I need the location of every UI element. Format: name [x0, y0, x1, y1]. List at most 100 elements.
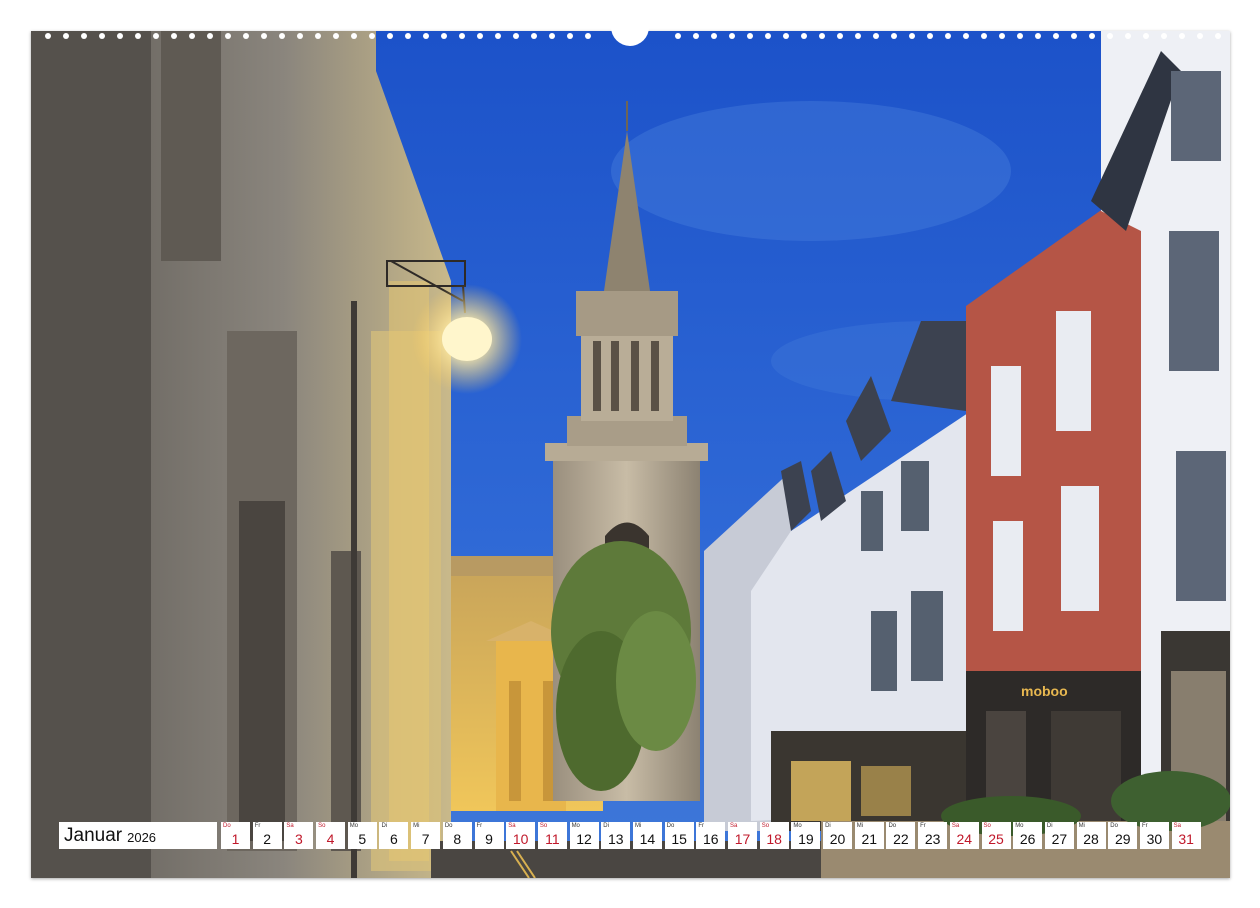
weekday-label: Do: [1110, 823, 1118, 829]
day-number: 1: [221, 831, 250, 847]
day-number: 3: [284, 831, 313, 847]
binding-hole: [297, 33, 303, 39]
binding-hole: [477, 33, 483, 39]
day-number: 30: [1140, 831, 1169, 847]
binding-hole: [711, 33, 717, 39]
day-cell: Do 1: [221, 822, 250, 849]
binding-hole: [225, 33, 231, 39]
binding-hole: [45, 33, 51, 39]
weekday-label: Fr: [477, 823, 483, 829]
binding-hole: [459, 33, 465, 39]
day-cell: Sa3: [284, 822, 313, 849]
weekday-label: Mo: [1015, 823, 1023, 829]
day-cell: Sa24: [950, 822, 979, 849]
day-cell: Mi14: [633, 822, 662, 849]
binding-hole: [819, 33, 825, 39]
oxford-street-scene: moboo: [31, 31, 1230, 878]
binding-hole: [189, 33, 195, 39]
day-cell: So 11: [538, 822, 567, 849]
day-number: 27: [1045, 831, 1074, 847]
weekday-label: Do: [888, 823, 896, 829]
day-cell: So4: [316, 822, 345, 849]
day-number: 7: [411, 831, 440, 847]
weekday-label: Di: [381, 823, 387, 829]
weekday-label: So: [540, 823, 547, 829]
weekday-label: Mo: [793, 823, 801, 829]
binding-hole: [279, 33, 285, 39]
weekday-label: Sa: [508, 823, 515, 829]
binding-hole: [315, 33, 321, 39]
day-cell: So18: [760, 822, 789, 849]
day-number: 10: [506, 831, 535, 847]
day-cell: Mo19: [791, 822, 820, 849]
binding-hole: [333, 33, 339, 39]
day-cell: Fr 23: [918, 822, 947, 849]
binding-hole: [747, 33, 753, 39]
day-cell: Sa17: [728, 822, 757, 849]
weekday-label: Do: [223, 823, 231, 829]
weekday-label: Sa: [1174, 823, 1181, 829]
binding-hole: [1179, 33, 1185, 39]
binding-hole: [873, 33, 879, 39]
weekday-label: So: [984, 823, 991, 829]
binding-hole: [891, 33, 897, 39]
binding-hole: [81, 33, 87, 39]
binding-hole: [117, 33, 123, 39]
binding-hole: [549, 33, 555, 39]
binding-hole: [585, 33, 591, 39]
calendar-photo: moboo: [31, 31, 1230, 878]
weekday-label: Do: [667, 823, 675, 829]
month-name: Januar: [64, 825, 122, 847]
day-number: 5: [348, 831, 377, 847]
day-number: 11: [538, 831, 567, 847]
day-number: 15: [665, 831, 694, 847]
weekday-label: Fr: [920, 823, 926, 829]
binding-hole: [567, 33, 573, 39]
day-number: 18: [760, 831, 789, 847]
binding-hole: [1089, 33, 1095, 39]
day-number: 23: [918, 831, 947, 847]
binding-hole: [909, 33, 915, 39]
weekday-label: Mi: [413, 823, 419, 829]
shop-sign: moboo: [1021, 683, 1068, 699]
binding-hole: [945, 33, 951, 39]
day-cell: Mi21: [855, 822, 884, 849]
binding-hole: [1215, 33, 1221, 39]
binding-hole: [837, 33, 843, 39]
day-number: 14: [633, 831, 662, 847]
binding-hole: [1017, 33, 1023, 39]
binding-hole: [423, 33, 429, 39]
binding-hole: [153, 33, 159, 39]
weekday-label: Mo: [572, 823, 580, 829]
day-cell: Sa31: [1172, 822, 1201, 849]
binding-hole: [1197, 33, 1203, 39]
binding-hole: [1161, 33, 1167, 39]
binding-hole: [729, 33, 735, 39]
day-cell: Do22: [886, 822, 915, 849]
binding-hole: [765, 33, 771, 39]
day-cell: Do8: [443, 822, 472, 849]
binding-hole: [783, 33, 789, 39]
day-number: 2: [253, 831, 282, 847]
binding-hole: [405, 33, 411, 39]
binding-hole: [207, 33, 213, 39]
day-number: 12: [570, 831, 599, 847]
binding-hole: [351, 33, 357, 39]
weekday-label: Di: [1047, 823, 1053, 829]
binding-hole: [855, 33, 861, 39]
binding-hole: [693, 33, 699, 39]
day-number: 24: [950, 831, 979, 847]
binding-hole: [99, 33, 105, 39]
day-number: 20: [823, 831, 852, 847]
calendar-strip: Januar 2026 Do1Fr2Sa3So4Mo5Di6Mi7Do8Fr9S…: [59, 822, 1203, 849]
day-cell: Di6: [379, 822, 408, 849]
weekday-label: Di: [825, 823, 831, 829]
weekday-label: Di: [603, 823, 609, 829]
binding-hole: [1107, 33, 1113, 39]
binding-hole: [135, 33, 141, 39]
day-number: 4: [316, 831, 345, 847]
binding-hole: [1035, 33, 1041, 39]
month-label: Januar 2026: [59, 822, 217, 849]
weekday-label: Fr: [698, 823, 704, 829]
day-number: 29: [1108, 831, 1137, 847]
